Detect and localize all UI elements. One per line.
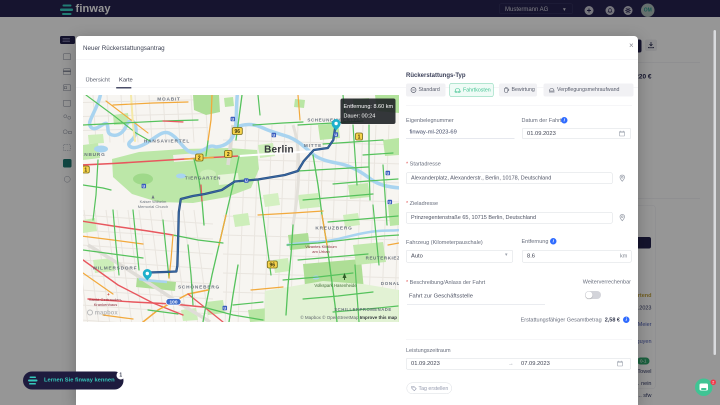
svg-text:MITTE: MITTE bbox=[304, 143, 322, 149]
svg-text:U: U bbox=[388, 201, 391, 205]
svg-text:2: 2 bbox=[198, 155, 201, 161]
svg-text:Berlin: Berlin bbox=[264, 145, 294, 156]
svg-text:U: U bbox=[231, 118, 234, 122]
svg-text:REUTERKIEZ: REUTERKIEZ bbox=[366, 256, 399, 261]
svg-text:HANSAVIERTEL: HANSAVIERTEL bbox=[144, 139, 190, 145]
svg-text:1: 1 bbox=[358, 134, 361, 140]
svg-text:96: 96 bbox=[270, 262, 276, 268]
svg-text:U: U bbox=[142, 185, 145, 189]
svg-text:1: 1 bbox=[84, 167, 87, 173]
svg-text:WILMERSDORF: WILMERSDORF bbox=[93, 266, 138, 272]
svg-text:DONAUKIEZ: DONAUKIEZ bbox=[381, 281, 399, 286]
svg-text:am Urban: am Urban bbox=[312, 249, 330, 254]
svg-text:U: U bbox=[223, 307, 226, 311]
svg-text:SCHILLERPROMENADE: SCHILLERPROMENADE bbox=[334, 307, 391, 312]
svg-text:KREUZBERG: KREUZBERG bbox=[315, 226, 352, 232]
svg-text:U: U bbox=[272, 134, 275, 138]
svg-text:U: U bbox=[334, 133, 337, 137]
svg-text:MOABIT: MOABIT bbox=[157, 97, 181, 103]
svg-text:Volkspark Hasenheide: Volkspark Hasenheide bbox=[314, 283, 357, 288]
svg-text:Krankenhaus: Krankenhaus bbox=[94, 302, 118, 307]
svg-text:96: 96 bbox=[235, 129, 241, 135]
svg-text:+: + bbox=[107, 292, 110, 297]
svg-text:OTTENBURG: OTTENBURG bbox=[83, 152, 106, 158]
svg-text:TIERGARTEN: TIERGARTEN bbox=[185, 176, 221, 181]
svg-text:2: 2 bbox=[227, 152, 230, 158]
svg-text:Memorial Church: Memorial Church bbox=[138, 204, 168, 209]
svg-text:100: 100 bbox=[170, 300, 178, 306]
svg-text:SCHÖNEBERG: SCHÖNEBERG bbox=[178, 284, 220, 291]
svg-text:U: U bbox=[245, 179, 248, 183]
svg-text:U: U bbox=[386, 172, 389, 176]
